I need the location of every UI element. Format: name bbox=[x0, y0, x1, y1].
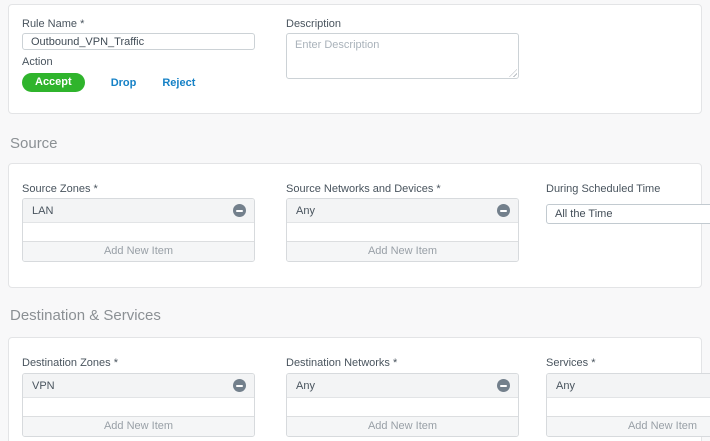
destination-card: Destination Zones * VPN Add New Item Des… bbox=[8, 337, 702, 441]
listbox-empty-area bbox=[287, 398, 518, 416]
add-new-item-button[interactable]: Add New Item bbox=[23, 241, 254, 261]
minus-circle-icon[interactable] bbox=[497, 204, 510, 217]
source-networks-listbox: Any Add New Item bbox=[286, 198, 519, 262]
list-item-label: Any bbox=[296, 380, 315, 392]
list-item: LAN bbox=[23, 199, 254, 223]
description-label: Description bbox=[286, 18, 341, 31]
scheduled-time-label: During Scheduled Time bbox=[546, 183, 660, 196]
source-zones-listbox: LAN Add New Item bbox=[22, 198, 255, 262]
destination-zones-label: Destination Zones * bbox=[22, 357, 118, 370]
destination-section-heading: Destination & Services bbox=[10, 307, 161, 324]
action-drop-button[interactable]: Drop bbox=[111, 77, 137, 89]
firewall-rule-form: Rule Name * Action Accept Drop Reject De… bbox=[0, 0, 710, 441]
action-options: Accept Drop Reject bbox=[22, 73, 221, 92]
listbox-empty-area bbox=[547, 398, 710, 416]
add-new-item-button[interactable]: Add New Item bbox=[547, 416, 710, 436]
list-item: Any bbox=[547, 374, 710, 398]
source-zones-label: Source Zones * bbox=[22, 183, 98, 196]
add-new-item-button[interactable]: Add New Item bbox=[287, 416, 518, 436]
action-accept-button[interactable]: Accept bbox=[22, 73, 85, 92]
action-reject-button[interactable]: Reject bbox=[162, 77, 195, 89]
rule-name-label: Rule Name * bbox=[22, 18, 84, 31]
source-networks-label: Source Networks and Devices * bbox=[286, 183, 441, 196]
destination-networks-label: Destination Networks * bbox=[286, 357, 397, 370]
list-item: Any bbox=[287, 374, 518, 398]
list-item-label: Any bbox=[556, 380, 575, 392]
minus-circle-icon[interactable] bbox=[233, 379, 246, 392]
list-item-label: Any bbox=[296, 205, 315, 217]
minus-circle-icon[interactable] bbox=[497, 379, 510, 392]
schedule-select[interactable]: All the Time bbox=[546, 204, 710, 224]
list-item-label: LAN bbox=[32, 205, 53, 217]
add-new-item-button[interactable]: Add New Item bbox=[23, 416, 254, 436]
destination-zones-listbox: VPN Add New Item bbox=[22, 373, 255, 437]
rule-card: Rule Name * Action Accept Drop Reject De… bbox=[8, 4, 702, 114]
listbox-empty-area bbox=[23, 398, 254, 416]
rule-name-input[interactable] bbox=[22, 33, 255, 50]
list-item: Any bbox=[287, 199, 518, 223]
add-new-item-button[interactable]: Add New Item bbox=[287, 241, 518, 261]
description-textarea-wrap bbox=[286, 33, 519, 79]
services-listbox: Any Add New Item bbox=[546, 373, 710, 437]
destination-networks-listbox: Any Add New Item bbox=[286, 373, 519, 437]
list-item: VPN bbox=[23, 374, 254, 398]
listbox-empty-area bbox=[287, 223, 518, 241]
list-item-label: VPN bbox=[32, 380, 55, 392]
services-label: Services * bbox=[546, 357, 596, 370]
description-textarea[interactable] bbox=[286, 33, 519, 79]
action-label: Action bbox=[22, 56, 53, 69]
source-card: Source Zones * LAN Add New Item Source N… bbox=[8, 163, 702, 288]
listbox-empty-area bbox=[23, 223, 254, 241]
source-section-heading: Source bbox=[10, 135, 58, 152]
minus-circle-icon[interactable] bbox=[233, 204, 246, 217]
